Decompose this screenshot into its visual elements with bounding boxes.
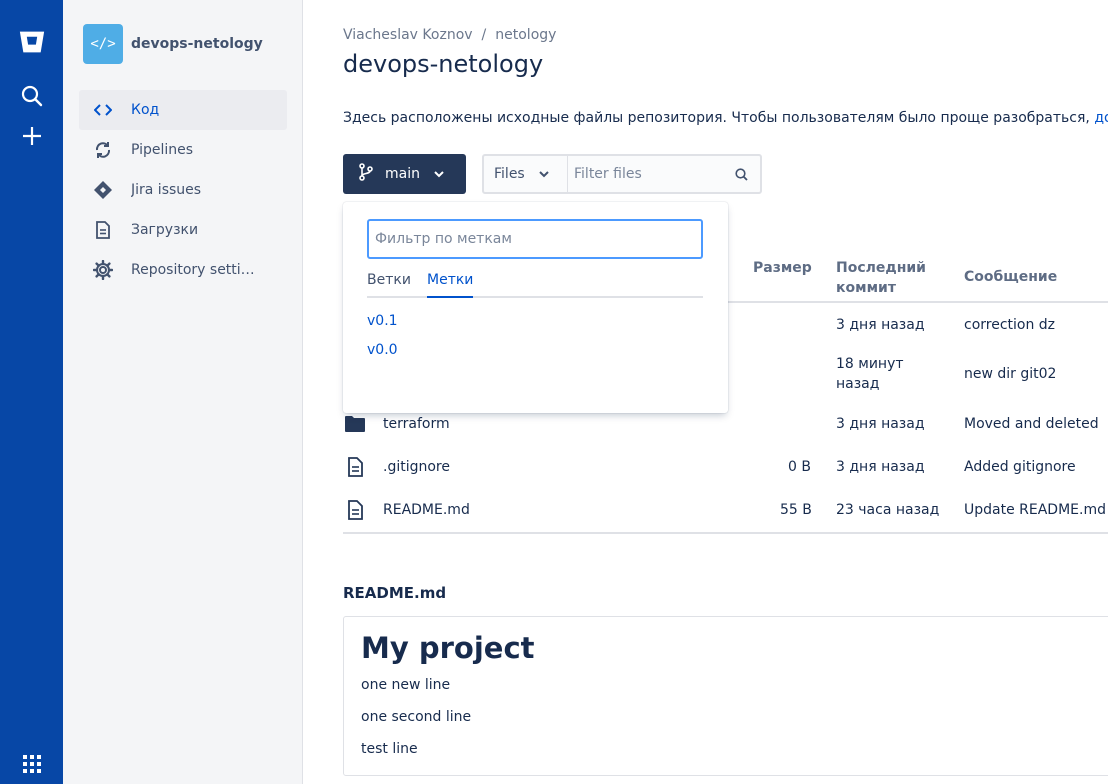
description-link[interactable]: до	[1094, 110, 1108, 126]
readme-line: one second line	[361, 709, 472, 725]
table-bottom-divider	[343, 532, 1108, 534]
readme-title: README.md	[343, 584, 447, 602]
breadcrumb-project[interactable]: netology	[495, 27, 556, 43]
row-message[interactable]: Added gitignore	[964, 457, 1076, 477]
code-icon	[93, 100, 113, 120]
readme-line: one new line	[361, 677, 451, 693]
dropdown-tabs: Ветки Метки	[367, 272, 703, 298]
row-size: 55 B	[780, 502, 812, 518]
row-message[interactable]: Moved and deleted	[964, 414, 1099, 434]
row-message[interactable]: correction dz	[964, 315, 1055, 335]
breadcrumb: Viacheslav Koznov / netology	[343, 27, 556, 43]
readme-line: test line	[361, 741, 418, 757]
search-icon[interactable]	[728, 167, 754, 181]
branch-dropdown: Ветки Метки v0.1 v0.0	[343, 202, 728, 413]
sidebar-item-jira-issues[interactable]: Jira issues	[79, 170, 287, 210]
files-type-select[interactable]: Files	[484, 156, 568, 192]
row-last-commit: 3 дня назад	[836, 416, 925, 432]
row-message[interactable]: Update README.md	[964, 500, 1106, 520]
tab-branches[interactable]: Ветки	[367, 272, 411, 298]
readme-content: My project one new line one second line …	[343, 616, 1108, 776]
branch-selector-button[interactable]: main	[343, 154, 466, 194]
sidebar-item-label: Jira issues	[131, 182, 202, 198]
filter-files-input[interactable]	[568, 156, 728, 192]
page-title: devops-netology	[343, 50, 544, 78]
row-name[interactable]: terraform	[383, 414, 450, 434]
sidebar-item-pipelines[interactable]: Pipelines	[79, 130, 287, 170]
jira-icon	[93, 180, 113, 200]
sidebar-item-label: Pipelines	[131, 142, 194, 158]
row-last-commit: 3 дня назад	[836, 317, 925, 333]
description-text: Здесь расположены исходные файлы репозит…	[343, 110, 1095, 126]
row-name[interactable]: README.md	[383, 500, 470, 520]
sidebar-item-label: Repository setti…	[131, 262, 255, 278]
branch-label: main	[385, 166, 420, 182]
files-filter: Files	[482, 154, 762, 194]
breadcrumb-separator: /	[481, 27, 487, 43]
project-avatar: </>	[83, 24, 123, 64]
project-header[interactable]: </> devops-netology	[83, 24, 263, 64]
column-header-message: Сообщение	[964, 269, 1058, 285]
column-header-size: Размер	[753, 260, 812, 276]
app-switcher-icon[interactable]	[19, 751, 45, 777]
plus-icon[interactable]	[19, 123, 45, 149]
files-select-label: Files	[494, 166, 525, 182]
sidebar-item-downloads[interactable]: Загрузки	[79, 210, 287, 250]
file-icon	[343, 498, 367, 522]
row-last-commit: 3 дня назад	[836, 459, 925, 475]
global-navigation	[0, 0, 63, 784]
chevron-down-icon	[434, 166, 444, 182]
tag-item[interactable]: v0.1	[367, 313, 398, 329]
repository-description: Здесь расположены исходные файлы репозит…	[343, 110, 1108, 126]
branch-icon	[359, 163, 373, 185]
tab-tags[interactable]: Метки	[427, 272, 474, 298]
pipelines-icon	[93, 140, 113, 160]
row-name[interactable]: .gitignore	[383, 457, 450, 477]
row-message[interactable]: new dir git02	[964, 364, 1056, 384]
gear-icon	[93, 260, 113, 280]
sidebar-item-code[interactable]: Код	[79, 90, 287, 130]
breadcrumb-owner[interactable]: Viacheslav Koznov	[343, 27, 473, 43]
bitbucket-logo[interactable]	[19, 29, 45, 55]
sidebar-item-label: Код	[131, 102, 160, 118]
row-size: 0 B	[788, 459, 811, 475]
project-sidebar: </> devops-netology Код Pipelines Jira i…	[63, 0, 303, 784]
folder-icon	[343, 412, 367, 436]
file-icon	[93, 220, 113, 240]
tag-filter-input[interactable]	[367, 219, 703, 259]
readme-heading: My project	[361, 631, 535, 665]
sidebar-item-repository-settings[interactable]: Repository setti…	[79, 250, 287, 290]
row-last-commit: 23 часа назад	[836, 502, 940, 518]
row-last-commit: 18 минут назад	[836, 356, 904, 392]
file-icon	[343, 455, 367, 479]
sidebar-item-label: Загрузки	[131, 222, 199, 238]
sidebar-nav: Код Pipelines Jira issues Загрузки Repos…	[79, 90, 287, 290]
project-name: devops-netology	[131, 36, 263, 52]
column-header-last-commit: Последний коммит	[836, 260, 926, 296]
tag-item[interactable]: v0.0	[367, 342, 398, 358]
search-icon[interactable]	[19, 83, 45, 109]
chevron-down-icon	[539, 166, 549, 182]
